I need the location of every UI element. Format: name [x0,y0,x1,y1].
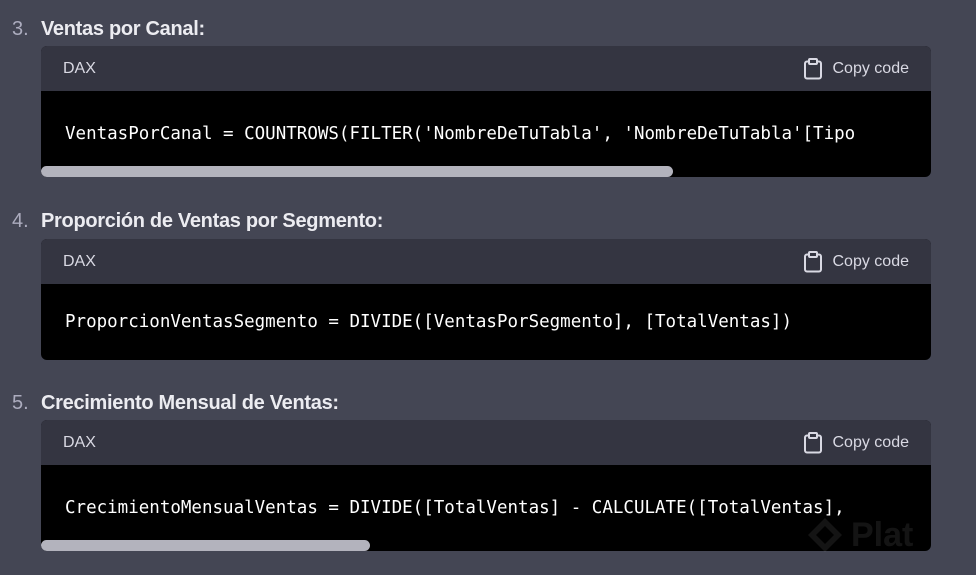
list-number: 3. [12,18,29,40]
code-body: CrecimientoMensualVentas = DIVIDE([Total… [41,465,931,551]
code-body: ProporcionVentasSegmento = DIVIDE([Venta… [41,284,931,360]
horizontal-scrollbar[interactable] [41,166,673,177]
code-block-header: DAX Copy code [41,239,931,284]
copy-code-button[interactable]: Copy code [803,239,910,284]
chat-message-content: 3. Ventas por Canal: DAX Copy code Ventas… [0,0,976,575]
copy-code-button[interactable]: Copy code [803,420,910,465]
code-block-header: DAX Copy code [41,420,931,465]
code-line: VentasPorCanal = COUNTROWS(FILTER('Nombr… [65,124,856,144]
code-language-label: DAX [63,253,96,270]
heading-title: Proporción de Ventas por Segmento: [41,210,384,232]
copy-code-label: Copy code [832,252,910,270]
clipboard-icon [803,431,823,454]
code-line: ProporcionVentasSegmento = DIVIDE([Venta… [65,312,792,332]
heading-title: Crecimiento Mensual de Ventas: [41,392,339,414]
code-language-label: DAX [63,434,96,451]
heading-title: Ventas por Canal: [41,18,205,40]
list-number: 4. [12,210,29,232]
clipboard-icon [803,57,823,80]
code-language-label: DAX [63,60,96,77]
copy-code-label: Copy code [832,433,910,451]
code-block-header: DAX Copy code [41,46,931,91]
list-item-heading: 5. Crecimiento Mensual de Ventas: [12,391,339,415]
code-block: DAX Copy code CrecimientoMensualVentas =… [41,420,931,551]
horizontal-scrollbar[interactable] [41,540,371,551]
code-block: DAX Copy code VentasPorCanal = COUNTROWS… [41,46,931,177]
copy-code-button[interactable]: Copy code [803,46,910,91]
clipboard-icon [803,250,823,273]
list-item-heading: 4. Proporción de Ventas por Segmento: [12,209,383,233]
code-block: DAX Copy code ProporcionVentasSegmento =… [41,239,931,360]
copy-code-label: Copy code [832,59,910,77]
code-body: VentasPorCanal = COUNTROWS(FILTER('Nombr… [41,91,931,177]
code-line: CrecimientoMensualVentas = DIVIDE([Total… [65,498,845,518]
list-number: 5. [12,392,29,414]
list-item-heading: 3. Ventas por Canal: [12,17,205,41]
